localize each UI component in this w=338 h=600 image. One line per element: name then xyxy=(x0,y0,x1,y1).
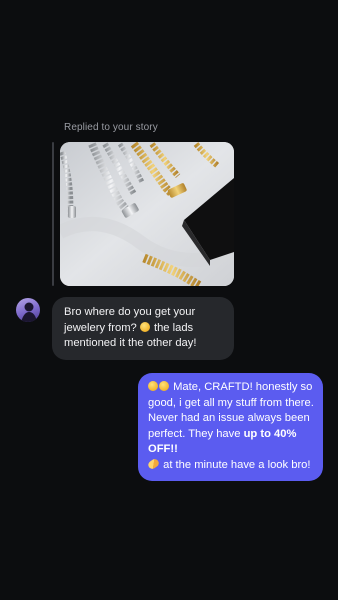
pill-emoji-icon xyxy=(146,457,161,470)
reply-indicator-bar xyxy=(52,142,54,286)
grinning-sweat-emoji-icon xyxy=(139,321,150,332)
outgoing-message-bubble[interactable]: Mate, CRAFTD! honestly so good, i get al… xyxy=(138,373,323,481)
person-silhouette-icon xyxy=(21,302,37,322)
outgoing-message-text-2: at the minute have a look bro! xyxy=(160,458,311,471)
jewelry-chains-image xyxy=(60,142,234,286)
sender-avatar[interactable] xyxy=(16,298,40,322)
grinning-emoji-icon-2 xyxy=(159,381,169,391)
replied-to-story-label: Replied to your story xyxy=(64,122,158,133)
incoming-message-bubble[interactable]: Bro where do you get your jewelery from?… xyxy=(52,297,234,360)
grinning-emoji-icon xyxy=(148,381,158,391)
story-preview-image[interactable] xyxy=(60,142,234,286)
